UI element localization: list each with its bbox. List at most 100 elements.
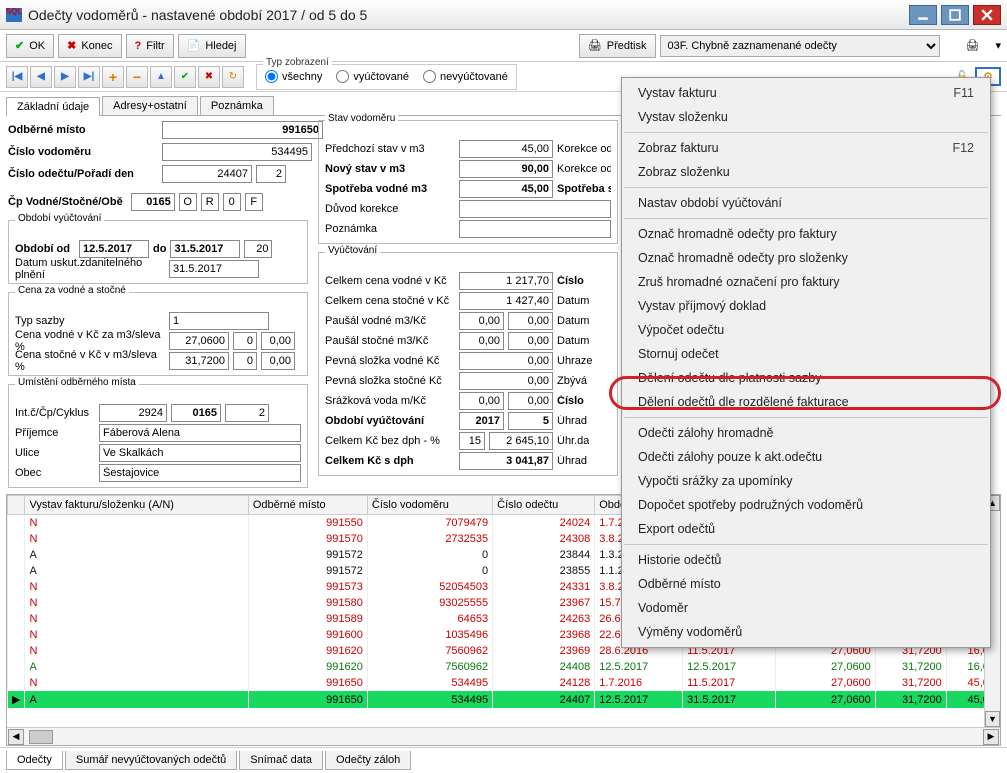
mi-vystav-prijmovy[interactable]: Vystav příjmový doklad bbox=[622, 294, 990, 318]
mi-vymeny[interactable]: Výměny vodoměrů bbox=[622, 620, 990, 644]
ulice-input[interactable] bbox=[99, 444, 301, 462]
nav-first-button[interactable]: |◀ bbox=[6, 66, 28, 88]
predtisk-label: Předtisk bbox=[607, 40, 647, 52]
cena-v-input[interactable] bbox=[169, 332, 229, 350]
ok-button[interactable]: ✔ OK bbox=[6, 34, 54, 58]
minimize-button[interactable] bbox=[909, 5, 937, 25]
mi-nastav-obdobi[interactable]: Nastav období vyúčtování bbox=[622, 191, 990, 215]
nav-refresh-button[interactable]: ↻ bbox=[222, 66, 244, 88]
cena-s-label: Cena stočné v Kč v m3/sleva % bbox=[15, 349, 165, 373]
x-icon: ✖ bbox=[67, 39, 76, 52]
dny-input[interactable] bbox=[244, 240, 272, 258]
konec-button[interactable]: ✖ Konec bbox=[58, 34, 121, 58]
question-icon: ? bbox=[135, 40, 142, 52]
cena-s-input[interactable] bbox=[169, 352, 229, 370]
obec-label: Obec bbox=[15, 467, 95, 479]
mi-oznac-faktury[interactable]: Označ hromadně odečty pro faktury bbox=[622, 222, 990, 246]
context-menu: Vystav fakturuF11 Vystav složenku Zobraz… bbox=[621, 77, 991, 648]
table-row[interactable]: ▶A9916505344952440712.5.201731.5.201727,… bbox=[8, 691, 1000, 708]
horizontal-scrollbar[interactable]: ◀▶ bbox=[7, 727, 1000, 745]
table-row[interactable]: A99162075609622440812.5.201712.5.201727,… bbox=[8, 659, 1000, 675]
radio-billed[interactable]: vyúčtované bbox=[336, 70, 409, 83]
btab-zalohy[interactable]: Odečty záloh bbox=[325, 751, 411, 770]
obec-input[interactable] bbox=[99, 464, 301, 482]
mi-oznac-slozenky[interactable]: Označ hromadně odečty pro složenky bbox=[622, 246, 990, 270]
mi-zobraz-fakturu[interactable]: Zobraz fakturuF12 bbox=[622, 136, 990, 160]
nav-last-button[interactable]: ▶| bbox=[78, 66, 100, 88]
mi-historie[interactable]: Historie odečtů bbox=[622, 548, 990, 572]
bottom-tabs: Odečty Sumář nevyúčtovaných odečtů Sníma… bbox=[0, 747, 1007, 770]
mi-vypocet[interactable]: Výpočet odečtu bbox=[622, 318, 990, 342]
maximize-button[interactable] bbox=[941, 5, 969, 25]
btab-sumar[interactable]: Sumář nevyúčtovaných odečtů bbox=[65, 751, 237, 770]
filtr-button[interactable]: ?Filtr bbox=[126, 34, 174, 58]
dropdown-arrow-icon[interactable]: ▾ bbox=[995, 39, 1001, 52]
mi-odberne-misto[interactable]: Odběrné místo bbox=[622, 572, 990, 596]
period-group: Období vyúčtování Období oddo Datum usku… bbox=[8, 220, 308, 284]
typ-sazby-input[interactable] bbox=[169, 312, 269, 330]
mi-deleni-fakturace[interactable]: Dělení odečtů dle rozdělené fakturace bbox=[622, 390, 990, 414]
predtisk-button[interactable]: 🖨Předtisk bbox=[579, 34, 656, 58]
obd-do-input[interactable] bbox=[170, 240, 240, 258]
cis-ode-input[interactable] bbox=[162, 165, 252, 183]
mi-vodomer[interactable]: Vodoměr bbox=[622, 596, 990, 620]
toolbar: ✔OK ✖Konec ?Filtr 📄Hledej 🖨Předtisk 03F.… bbox=[0, 30, 1007, 62]
r-box[interactable] bbox=[201, 193, 219, 211]
dat-zd-input[interactable] bbox=[169, 260, 259, 278]
tab-note[interactable]: Poznámka bbox=[200, 96, 274, 115]
hledej-button[interactable]: 📄Hledej bbox=[178, 34, 246, 58]
ulice-label: Ulice bbox=[15, 447, 95, 459]
odb-misto-input[interactable] bbox=[162, 121, 323, 139]
period-legend: Období vyúčtování bbox=[15, 213, 104, 224]
mi-vystav-slozenku[interactable]: Vystav složenku bbox=[622, 105, 990, 129]
mi-stornuj[interactable]: Stornuj odečet bbox=[622, 342, 990, 366]
por-input[interactable] bbox=[256, 165, 286, 183]
mi-zrus-oznaceni[interactable]: Zruš hromadné označení pro faktury bbox=[622, 270, 990, 294]
o-box[interactable] bbox=[179, 193, 197, 211]
int-label: Int.č/Čp/Cyklus bbox=[15, 407, 95, 419]
table-row[interactable]: N991650534495241281.7.201611.5.201727,06… bbox=[8, 675, 1000, 691]
mi-dopocet[interactable]: Dopočet spotřeby podružných vodoměrů bbox=[622, 493, 990, 517]
prijemce-input[interactable] bbox=[99, 424, 301, 442]
mi-odecti-hromadne[interactable]: Odečti zálohy hromadně bbox=[622, 421, 990, 445]
prijemce-label: Příjemce bbox=[15, 427, 95, 439]
radio-unbilled[interactable]: nevyúčtované bbox=[423, 70, 508, 83]
mi-deleni-sazby[interactable]: Dělení odečtu dle platnosti sazby bbox=[622, 366, 990, 390]
mi-odecti-akt[interactable]: Odečti zálohy pouze k akt.odečtu bbox=[622, 445, 990, 469]
typ-sazby-label: Typ sazby bbox=[15, 315, 165, 327]
cis-vod-label: Číslo vodoměru bbox=[8, 146, 158, 158]
ok-label: OK bbox=[29, 40, 45, 52]
report-select[interactable]: 03F. Chybně zaznamenané odečty bbox=[660, 35, 940, 57]
window-title: Odečty vodoměrů - nastavené období 2017 … bbox=[28, 7, 905, 23]
billing-legend: Vyúčtování bbox=[325, 245, 380, 256]
f-box[interactable] bbox=[245, 193, 263, 211]
app-icon bbox=[6, 8, 22, 22]
nav-edit-button[interactable]: ▲ bbox=[150, 66, 172, 88]
mi-vypocti-srazky[interactable]: Vypočti srážky za upomínky bbox=[622, 469, 990, 493]
btab-snimac[interactable]: Snímač data bbox=[239, 751, 323, 770]
z-box[interactable] bbox=[223, 193, 241, 211]
nav-next-button[interactable]: ▶ bbox=[54, 66, 76, 88]
mi-vystav-fakturu[interactable]: Vystav fakturuF11 bbox=[622, 81, 990, 105]
konec-label: Konec bbox=[81, 40, 112, 52]
cp-input[interactable] bbox=[131, 193, 175, 211]
nav-ok-button[interactable]: ✔ bbox=[174, 66, 196, 88]
view-type-group: Typ zobrazení všechny vyúčtované nevyúčt… bbox=[256, 64, 517, 90]
mi-export[interactable]: Export odečtů bbox=[622, 517, 990, 541]
tab-basic[interactable]: Základní údaje bbox=[6, 97, 100, 116]
check-icon: ✔ bbox=[15, 39, 24, 52]
obd-od-input[interactable] bbox=[79, 240, 149, 258]
btab-odecty[interactable]: Odečty bbox=[6, 751, 63, 770]
cis-ode-label: Číslo odečtu/Pořadí den bbox=[8, 168, 158, 180]
mi-zobraz-slozenku[interactable]: Zobraz složenku bbox=[622, 160, 990, 184]
print-icon[interactable]: 🖨 bbox=[966, 39, 980, 52]
nav-del-button[interactable]: − bbox=[126, 66, 148, 88]
radio-all[interactable]: všechny bbox=[265, 70, 322, 83]
cis-vod-input[interactable] bbox=[162, 143, 312, 161]
nav-cancel-button[interactable]: ✖ bbox=[198, 66, 220, 88]
close-button[interactable] bbox=[973, 5, 1001, 25]
meter-state-group: Stav vodoměru Předchozí stav v m3Korekce… bbox=[318, 120, 618, 244]
nav-add-button[interactable]: + bbox=[102, 66, 124, 88]
nav-prev-button[interactable]: ◀ bbox=[30, 66, 52, 88]
tab-addresses[interactable]: Adresy+ostatní bbox=[102, 96, 198, 115]
